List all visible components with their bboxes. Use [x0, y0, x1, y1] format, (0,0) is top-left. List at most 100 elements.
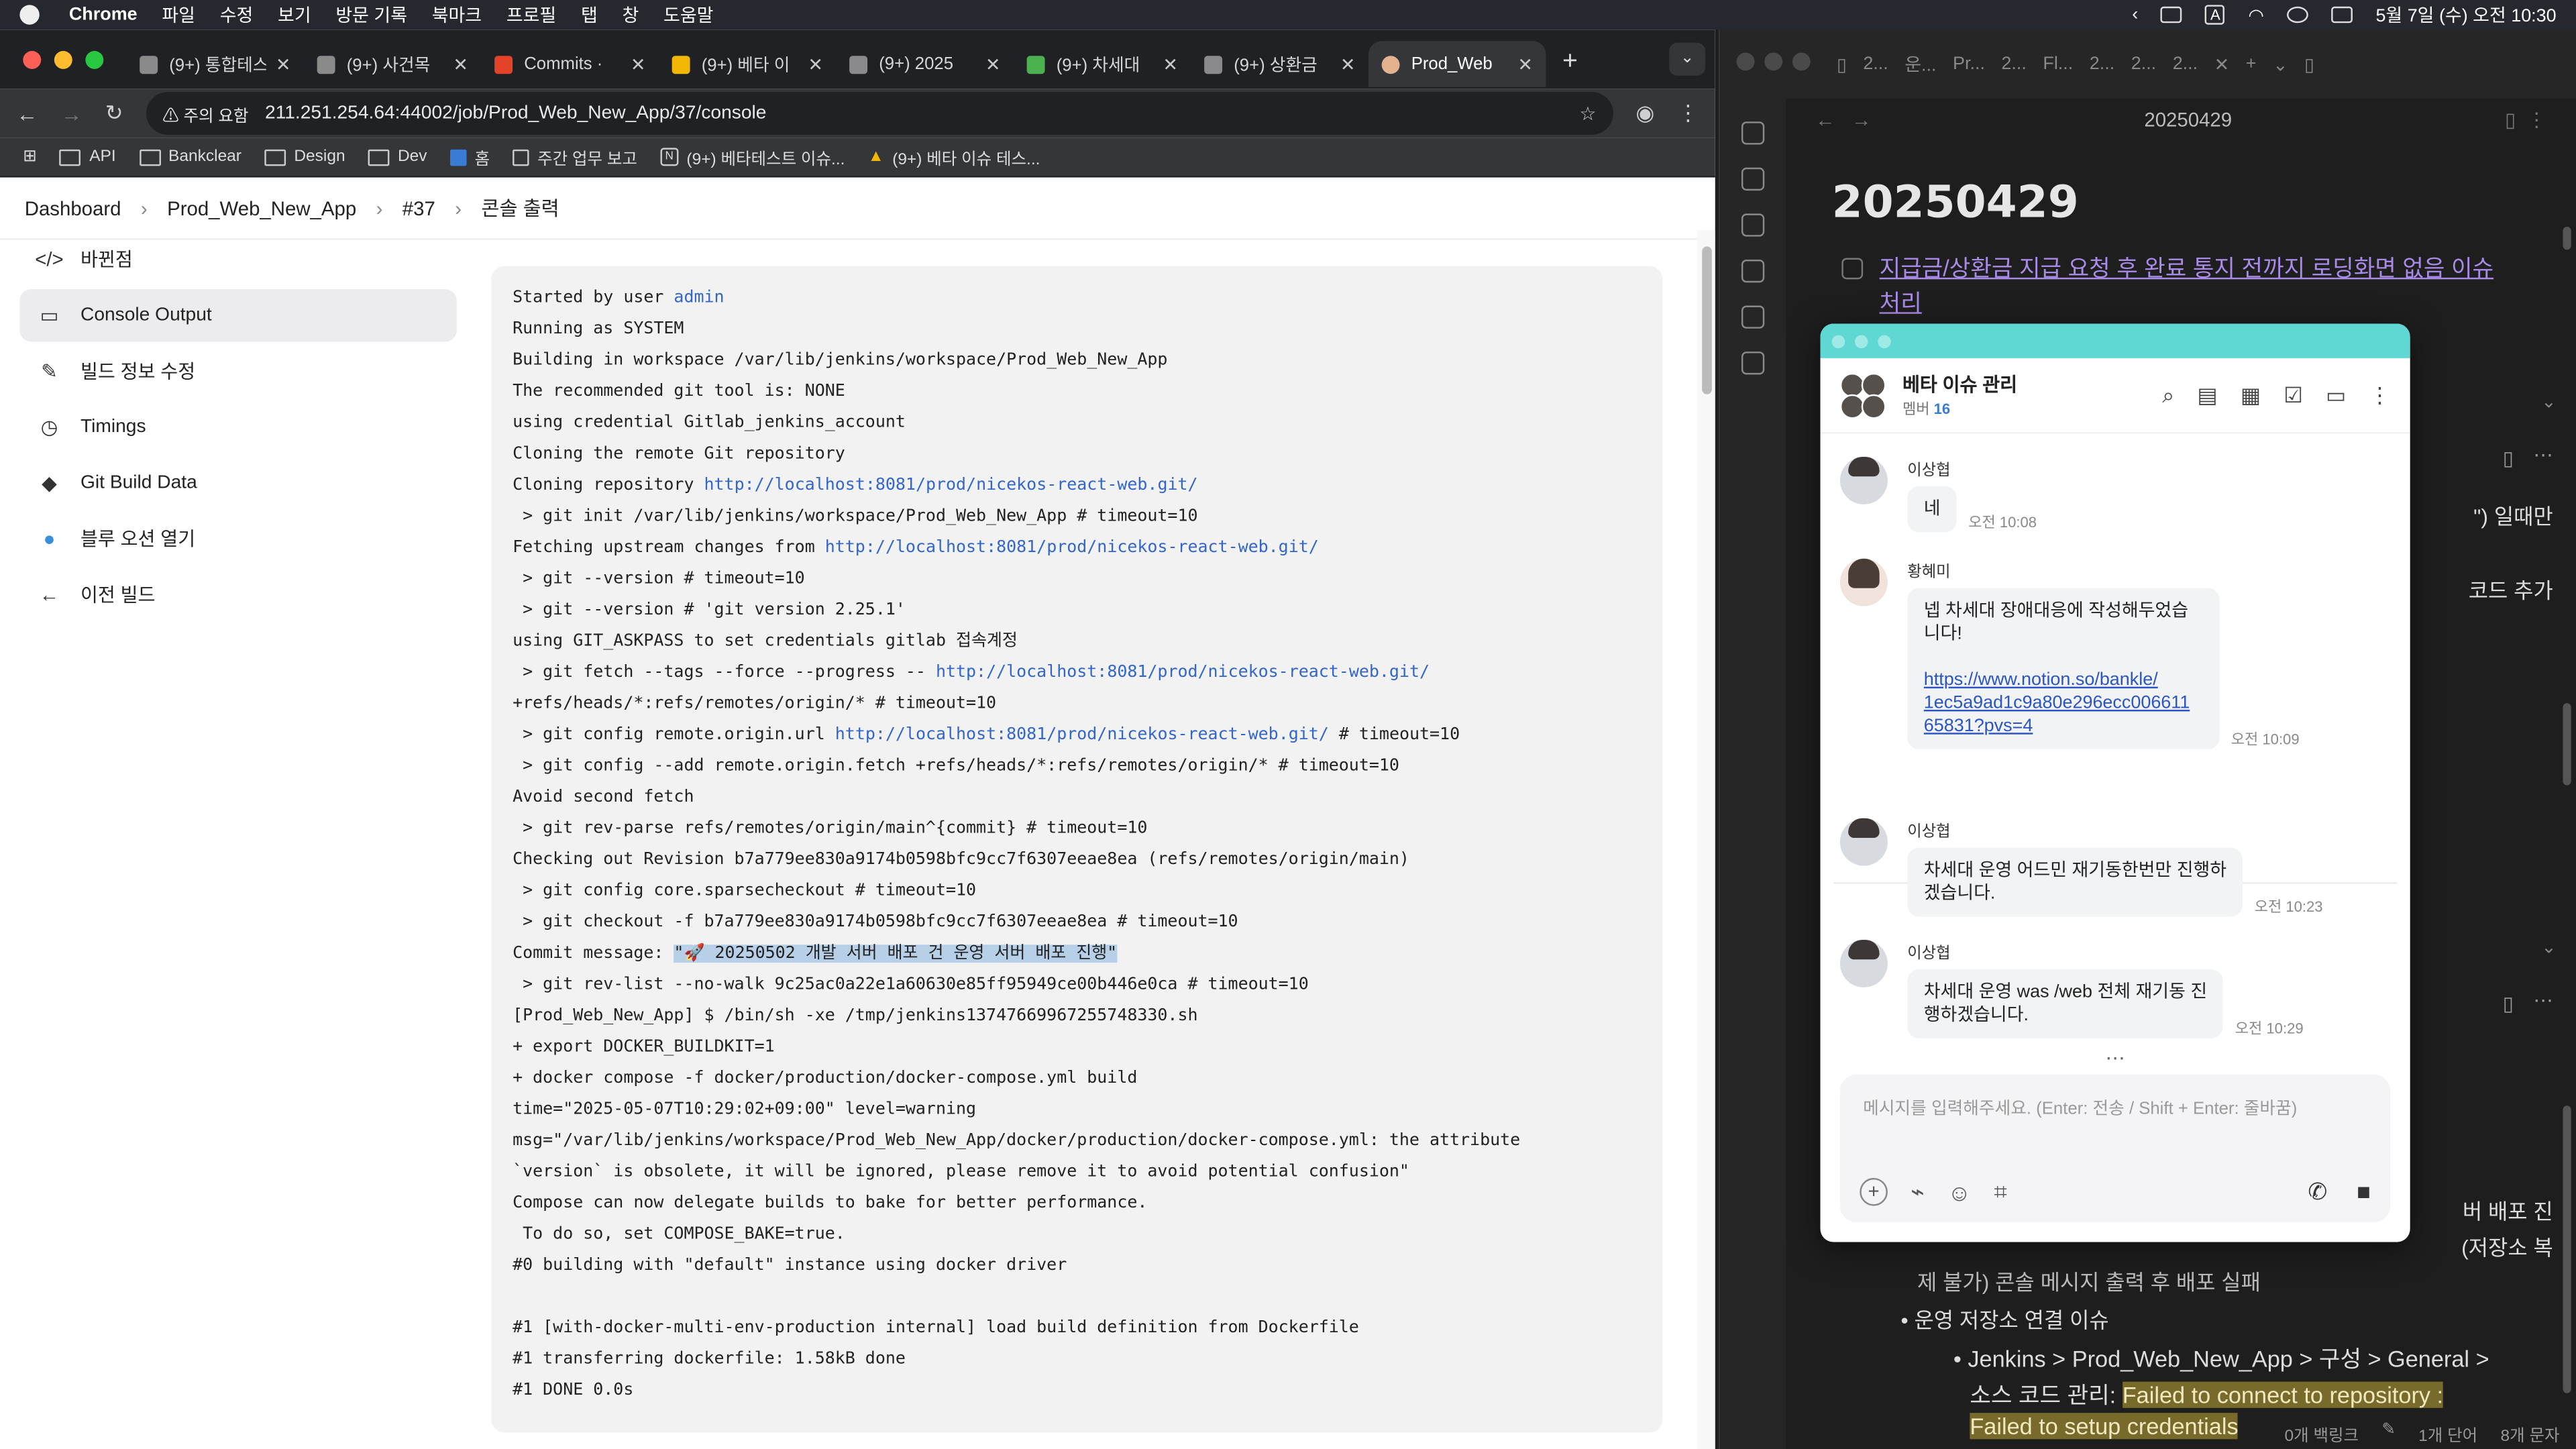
- task-checkbox[interactable]: [1841, 258, 1864, 280]
- task-item[interactable]: 지급금/상환금 지급 요청 후 완료 통지 전까지 로딩화면 없음 이슈 처리: [1841, 252, 2517, 321]
- reading-view-icon[interactable]: ▯: [2503, 447, 2514, 470]
- task-check-icon[interactable]: ☑: [2284, 382, 2303, 408]
- close-icon[interactable]: ✕: [2214, 54, 2230, 74]
- forward-arrow-icon[interactable]: →: [61, 101, 83, 126]
- console-output[interactable]: Started by user admin Running as SYSTEM Bu…: [491, 266, 1663, 1433]
- phone-icon[interactable]: ✆: [2308, 1178, 2327, 1206]
- sidebar-item-edit-build-info[interactable]: ✎ 빌드 정보 수정: [19, 345, 456, 397]
- close-icon[interactable]: ✕: [1517, 54, 1533, 74]
- menu-view[interactable]: 보기: [278, 1, 311, 28]
- bookmark-link[interactable]: 홈: [449, 145, 490, 169]
- editor-scrollbar[interactable]: [2563, 210, 2573, 1449]
- zoom-window-button[interactable]: [85, 50, 104, 68]
- menu-app-name[interactable]: Chrome: [69, 5, 138, 24]
- add-icon[interactable]: +: [1860, 1177, 1888, 1206]
- chevron-down-icon[interactable]: ⌄: [2541, 936, 2557, 957]
- browser-tab[interactable]: Commits · ✕: [482, 41, 659, 87]
- bookmark-folder[interactable]: API: [60, 148, 116, 166]
- back-arrow-icon[interactable]: ←: [1815, 109, 1835, 131]
- browser-tab[interactable]: (9+) 사건목 ✕: [304, 41, 481, 87]
- chat-titlebar[interactable]: [1820, 323, 2410, 358]
- avatar[interactable]: [1839, 818, 1888, 866]
- url-text[interactable]: 211.251.254.64:44002/job/Prod_Web_New_Ap…: [265, 103, 1579, 123]
- message-input[interactable]: 메시지를 입력해주세요. (Enter: 전송 / Shift + Enter:…: [1863, 1095, 2297, 1120]
- avatar[interactable]: [1839, 939, 1888, 987]
- member-count[interactable]: 멤버 16: [1902, 398, 2017, 419]
- obsidian-tab[interactable]: 2...: [2001, 54, 2026, 74]
- menu-edit[interactable]: 수정: [220, 1, 254, 28]
- more-menu-icon[interactable]: ⋮: [1677, 100, 1699, 126]
- sidebar-toggle-icon[interactable]: ▯: [1837, 54, 1847, 74]
- minimize-window-button[interactable]: [1764, 52, 1783, 71]
- menu-file[interactable]: 파일: [162, 1, 195, 28]
- menu-bookmarks[interactable]: 북마크: [432, 1, 482, 28]
- star-icon[interactable]: ☆: [1579, 102, 1596, 125]
- edit-icon[interactable]: ✎: [2381, 1421, 2396, 1446]
- note-title[interactable]: 20250429: [1832, 177, 2576, 228]
- emoji-icon[interactable]: ☺: [1947, 1179, 1971, 1205]
- message-bubble[interactable]: 네: [1907, 486, 1957, 533]
- security-warning-chip[interactable]: ⚠ 주의 요함: [162, 101, 248, 125]
- tab-search-button[interactable]: ⌄: [1669, 42, 1706, 76]
- avatar[interactable]: [1839, 456, 1888, 504]
- chevron-down-icon[interactable]: ⌄: [2273, 54, 2288, 74]
- message-bubble[interactable]: 넵 차세대 장애대응에 작성해두었습니다! https://www.notion…: [1907, 588, 2220, 749]
- close-window-button[interactable]: [23, 50, 42, 68]
- copy-icon[interactable]: [1741, 305, 1765, 329]
- zoom-window-button[interactable]: [1792, 52, 1811, 71]
- message-bubble[interactable]: 차세대 운영 어드민 재기동한번만 진행하 겠습니다.: [1907, 847, 2243, 917]
- browser-tab[interactable]: (9+) 통합테스 ✕: [127, 41, 304, 87]
- keyboard-icon[interactable]: [2161, 6, 2183, 23]
- sidebar-item-timings[interactable]: ◷ Timings: [19, 401, 456, 453]
- notes-icon[interactable]: ▤: [2197, 382, 2217, 408]
- status-backlinks[interactable]: 0개 백링크: [2284, 1421, 2359, 1446]
- obsidian-tab[interactable]: 2...: [1863, 54, 1888, 74]
- graph-icon[interactable]: [1741, 213, 1765, 237]
- browser-tab[interactable]: (9+) 차세대 ✕: [1014, 41, 1191, 87]
- scrollbar-thumb[interactable]: [1702, 246, 1712, 394]
- breadcrumb-build[interactable]: #37: [402, 197, 435, 219]
- more-menu-icon[interactable]: ⋯: [2533, 443, 2553, 466]
- close-icon[interactable]: ✕: [453, 54, 468, 74]
- avatar[interactable]: [1839, 558, 1888, 606]
- control-center-icon[interactable]: [2331, 6, 2353, 23]
- right-sidebar-toggle-icon[interactable]: ▯: [2304, 54, 2314, 74]
- scrollbar-thumb[interactable]: [2563, 1106, 2571, 1393]
- browser-tab-active[interactable]: Prod_Web ✕: [1368, 41, 1546, 87]
- sidebar-item-changes[interactable]: </> 바뀐점: [19, 233, 456, 286]
- bookmark-link[interactable]: N (9+) 베타테스트 이슈...: [660, 145, 845, 169]
- close-icon[interactable]: ✕: [1163, 54, 1178, 74]
- bookmark-folder[interactable]: Design: [264, 148, 345, 166]
- address-bar[interactable]: ⚠ 주의 요함 211.251.254.64:44002/job/Prod_We…: [146, 92, 1613, 135]
- chevron-down-icon[interactable]: ⌄: [2541, 391, 2557, 412]
- minimize-window-button[interactable]: [1854, 334, 1868, 347]
- terminal-icon[interactable]: [1741, 352, 1765, 375]
- apps-grid-icon[interactable]: ⊞: [23, 148, 37, 166]
- breadcrumb-dashboard[interactable]: Dashboard: [25, 197, 121, 219]
- bookmark-link[interactable]: 주간 업무 보고: [513, 145, 637, 169]
- new-tab-button[interactable]: +: [1562, 48, 1578, 77]
- wifi-icon[interactable]: ◠: [2248, 4, 2264, 25]
- video-call-icon[interactable]: ■: [2357, 1178, 2371, 1206]
- search-icon[interactable]: [2287, 6, 2309, 23]
- message-bubble[interactable]: 차세대 운영 was /web 전체 재기동 진 행하겠습니다.: [1907, 969, 2224, 1038]
- apple-icon[interactable]: [19, 5, 40, 25]
- message-link[interactable]: https://www.notion.so/bankle/ 1ec5a9ad1c…: [1924, 670, 2190, 736]
- console-link[interactable]: http://localhost:8081/prod/nicekos-react…: [704, 476, 1198, 494]
- reading-view-icon[interactable]: ▯: [2505, 109, 2516, 131]
- menu-tab[interactable]: 탭: [581, 1, 598, 28]
- calendar-icon[interactable]: [1741, 167, 1765, 191]
- close-icon[interactable]: ✕: [1340, 54, 1356, 74]
- breadcrumb-job[interactable]: Prod_Web_New_App: [167, 197, 356, 219]
- console-link[interactable]: http://localhost:8081/prod/nicekos-react…: [835, 726, 1329, 744]
- menu-history[interactable]: 방문 기록: [335, 1, 407, 28]
- open-file-icon[interactable]: [1741, 121, 1765, 145]
- reload-icon[interactable]: ↻: [105, 100, 123, 126]
- sidebar-item-blue-ocean[interactable]: ● 블루 오션 열기: [19, 513, 456, 565]
- input-source-indicator[interactable]: A: [2205, 5, 2226, 25]
- more-menu-icon[interactable]: ⋮: [2527, 109, 2546, 131]
- breadcrumb-current[interactable]: 콘솔 출력: [481, 194, 559, 222]
- obsidian-tab[interactable]: 2...: [2090, 54, 2114, 74]
- bookmark-link[interactable]: ▲ (9+) 베타 이슈 테스...: [868, 145, 1040, 169]
- menu-profiles[interactable]: 프로필: [506, 1, 556, 28]
